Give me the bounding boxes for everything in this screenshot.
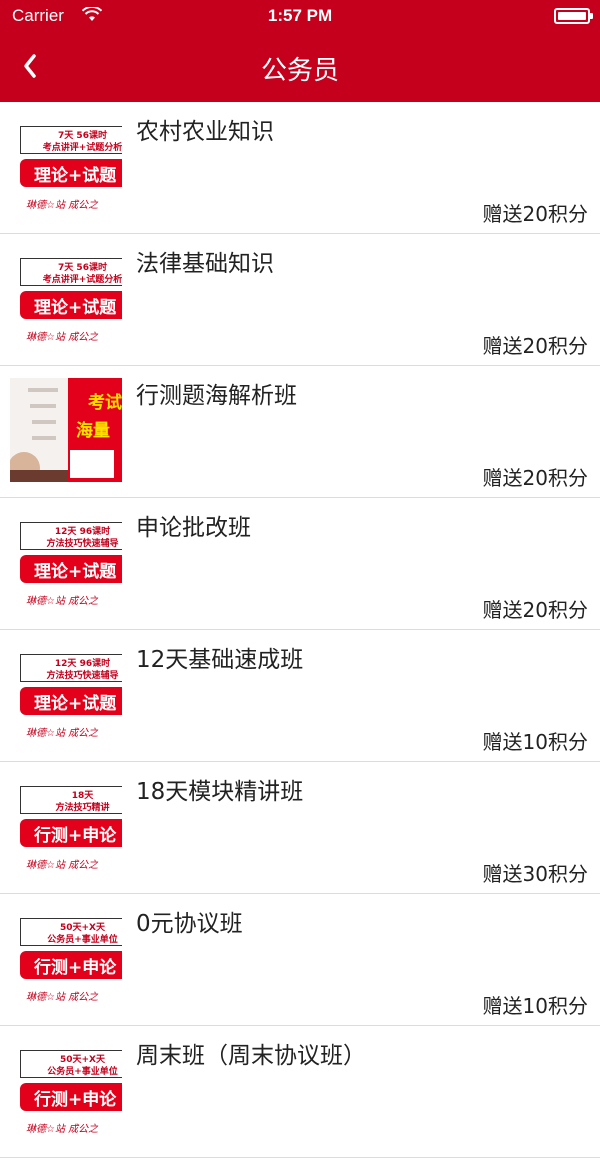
course-list-item[interactable]: 18天 方法技巧精讲行测+申论琳德☆站 成公之 18天模块精讲班 赠送30积分 (0, 762, 600, 894)
poster-banner-text: 行测+申论 (34, 1090, 117, 1110)
poster-headline-box: 12天 96课时 方法技巧快速辅导 (20, 522, 122, 550)
poster-banner: 理论+试题 (20, 687, 122, 715)
poster-brand: 琳德☆站 成公之 (26, 596, 99, 607)
poster-brand: 琳德☆站 成公之 (26, 728, 99, 739)
course-list-item[interactable]: 50天+X天 公务员+事业单位行测+申论琳德☆站 成公之 0元协议班 赠送10积分 (0, 894, 600, 1026)
course-name: 申论批改班 (136, 515, 251, 541)
course-thumbnail: 50天+X天 公务员+事业单位行测+申论琳德☆站 成公之 (10, 1038, 122, 1142)
course-list-item[interactable]: 考试海量 行测题海解析班 赠送20积分 (0, 366, 600, 498)
course-thumbnail: 18天 方法技巧精讲行测+申论琳德☆站 成公之 (10, 774, 122, 878)
course-list-item[interactable]: 7天 56课时 考点讲评+试题分析理论+试题琳德☆站 成公之 农村农业知识 赠送2… (0, 102, 600, 234)
points-reward: 赠送30积分 (482, 862, 588, 886)
battery-icon (554, 8, 593, 24)
course-list-item[interactable]: 7天 56课时 考点讲评+试题分析理论+试题琳德☆站 成公之 法律基础知识 赠送2… (0, 234, 600, 366)
course-thumbnail: 7天 56课时 考点讲评+试题分析理论+试题琳德☆站 成公之 (10, 114, 122, 218)
poster-line2: 公务员+事业单位 (47, 1067, 118, 1077)
points-reward: 赠送10积分 (482, 730, 588, 754)
course-thumbnail: 50天+X天 公务员+事业单位行测+申论琳德☆站 成公之 (10, 906, 122, 1010)
points-reward: 赠送20积分 (482, 334, 588, 358)
poster-brand: 琳德☆站 成公之 (26, 200, 99, 211)
poster-headline-box: 50天+X天 公务员+事业单位 (20, 1050, 122, 1078)
course-name: 18天模块精讲班 (136, 779, 304, 805)
poster-banner-text: 理论+试题 (34, 562, 117, 582)
poster-banner-text: 理论+试题 (34, 694, 117, 714)
course-name: 周末班（周末协议班） (136, 1043, 366, 1069)
status-bar: Carrier 1:57 PM (0, 0, 600, 34)
poster-line2: 方法技巧快速辅导 (46, 671, 119, 681)
poster-headline-box: 12天 96课时 方法技巧快速辅导 (20, 654, 122, 682)
poster-banner: 行测+申论 (20, 951, 122, 979)
points-reward: 赠送10积分 (482, 994, 588, 1018)
poster-banner-text: 理论+试题 (34, 298, 117, 318)
photo-text-2: 海量 (76, 420, 110, 441)
poster-headline-box: 50天+X天 公务员+事业单位 (20, 918, 122, 946)
poster-banner: 理论+试题 (20, 291, 122, 319)
poster-banner: 行测+申论 (20, 1083, 122, 1111)
course-thumbnail: 7天 56课时 考点讲评+试题分析理论+试题琳德☆站 成公之 (10, 246, 122, 350)
navigation-bar: 公务员 (0, 34, 600, 102)
course-name: 行测题海解析班 (136, 383, 297, 409)
poster-brand: 琳德☆站 成公之 (26, 992, 99, 1003)
page-title: 公务员 (260, 56, 339, 86)
course-list-item[interactable]: 50天+X天 公务员+事业单位行测+申论琳德☆站 成公之 周末班（周末协议班） (0, 1026, 600, 1158)
course-list: 7天 56课时 考点讲评+试题分析 理论+试题 琳德☆站 成公之 农村农业知识 赠送2… (0, 102, 600, 1158)
poster-banner: 理论+试题 (20, 159, 122, 187)
poster-banner: 理论+试题 (20, 555, 122, 583)
poster-banner: 行测+申论 (20, 819, 122, 847)
poster-banner-text: 行测+申论 (34, 826, 117, 846)
course-thumbnail: 考试海量 (10, 378, 122, 482)
poster-brand: 琳德☆站 成公之 (26, 860, 99, 871)
poster-line2: 方法技巧精讲 (55, 803, 110, 813)
clock: 1:57 PM (267, 6, 333, 25)
poster-headline-box: 18天 方法技巧精讲 (20, 786, 122, 814)
poster-headline-box: 7天 56课时 考点讲评+试题分析 (20, 126, 122, 154)
poster-brand: 琳德☆站 成公之 (26, 332, 99, 343)
course-thumbnail: 12天 96课时 方法技巧快速辅导理论+试题琳德☆站 成公之 (10, 642, 122, 746)
course-list-item[interactable]: 12天 96课时 方法技巧快速辅导理论+试题琳德☆站 成公之 申论批改班 赠送20… (0, 498, 600, 630)
points-reward: 赠送20积分 (482, 598, 588, 622)
course-name: 12天基础速成班 (136, 647, 304, 673)
course-thumbnail: 12天 96课时 方法技巧快速辅导理论+试题琳德☆站 成公之 (10, 510, 122, 614)
poster-brand: 琳德☆站 成公之 (26, 1124, 99, 1135)
poster-banner-text: 理论+试题 (34, 166, 117, 186)
poster-headline-box: 7天 56课时 考点讲评+试题分析 (20, 258, 122, 286)
poster-line2: 方法技巧快速辅导 (46, 539, 119, 549)
course-list-item[interactable]: 12天 96课时 方法技巧快速辅导理论+试题琳德☆站 成公之 12天基础速成班 赠… (0, 630, 600, 762)
course-photo: 考试海量 (10, 378, 122, 482)
points-reward: 赠送20积分 (482, 466, 588, 490)
course-name: 农村农业知识 (136, 119, 274, 145)
app-header: Carrier 1:57 PM 公务员 (0, 0, 600, 102)
course-name: 0元协议班 (136, 911, 243, 937)
course-name: 法律基础知识 (136, 251, 274, 277)
points-reward: 赠送20积分 (482, 202, 588, 226)
poster-line2: 公务员+事业单位 (47, 935, 118, 945)
photo-text-1: 考试 (87, 392, 122, 413)
poster-banner-text: 行测+申论 (34, 958, 117, 978)
poster-line2: 考点讲评+试题分析 (42, 143, 122, 153)
poster-line2: 考点讲评+试题分析 (42, 275, 122, 285)
